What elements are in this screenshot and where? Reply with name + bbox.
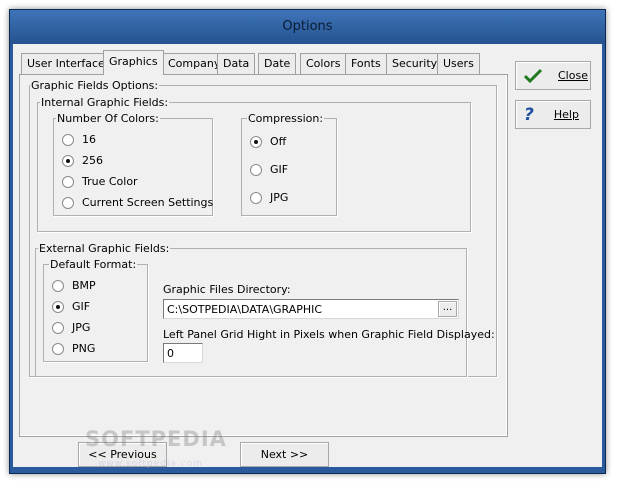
tab-users[interactable]: Users [437, 53, 480, 74]
graphic-fields-legend: Graphic Fields Options: [30, 79, 160, 92]
help-label: Help [553, 108, 579, 121]
help-button[interactable]: ? Help [515, 100, 591, 129]
close-label: Close [558, 69, 588, 82]
tab-graphics[interactable]: Graphics [103, 50, 164, 75]
grid-height-input[interactable]: 0 [163, 343, 203, 363]
option-label: GIF [72, 300, 91, 313]
option-label: Current Screen Settings [82, 196, 214, 209]
option-label: JPG [72, 321, 91, 334]
radio-button[interactable] [62, 133, 74, 146]
tab-label: Data [223, 57, 250, 70]
check-icon [524, 68, 542, 83]
tab-label: Colors [306, 57, 341, 70]
tab-label: Company [168, 57, 221, 70]
title-bar[interactable]: Options [10, 10, 605, 44]
format-option-png[interactable]: PNG [52, 342, 95, 355]
directory-value: C:\SOTPEDIA\DATA\GRAPHIC [167, 303, 323, 316]
browse-label: ... [442, 301, 453, 313]
compression-option-gif[interactable]: GIF [250, 163, 288, 176]
internal-legend: Internal Graphic Fields: [40, 96, 170, 109]
colors-option-16[interactable]: 16 [62, 133, 96, 146]
compression-legend: Compression: [247, 112, 325, 125]
option-label: 16 [82, 133, 96, 146]
colors-option-true-color[interactable]: True Color [62, 175, 138, 188]
radio-button-checked[interactable] [52, 300, 64, 313]
browse-button[interactable]: ... [438, 301, 457, 317]
radio-button[interactable] [52, 279, 64, 292]
internal-graphic-fields-group: Internal Graphic Fields: Number Of Color… [37, 96, 471, 232]
radio-button-checked[interactable] [62, 154, 74, 167]
tab-colors[interactable]: Colors [300, 53, 347, 74]
external-legend: External Graphic Fields: [38, 242, 171, 255]
question-icon: ? [524, 104, 534, 125]
radio-button[interactable] [52, 321, 64, 334]
default-format-group: Default Format: BMP GIF JPG PNG [43, 258, 148, 362]
grid-height-value: 0 [167, 347, 174, 360]
format-option-bmp[interactable]: BMP [52, 279, 96, 292]
number-of-colors-legend: Number Of Colors: [56, 112, 160, 125]
graphic-files-directory-label: Graphic Files Directory: [163, 283, 291, 296]
tab-label: User Interface [27, 57, 105, 70]
colors-option-current-screen[interactable]: Current Screen Settings [62, 196, 213, 209]
tab-label: Fonts [351, 57, 381, 70]
softpedia-watermark: SOFTPEDIA [85, 427, 227, 451]
compression-option-off[interactable]: Off [250, 135, 286, 148]
colors-option-256[interactable]: 256 [62, 154, 103, 167]
tab-user-interface[interactable]: User Interface [21, 53, 111, 74]
format-option-jpg[interactable]: JPG [52, 321, 90, 334]
window-title: Options [282, 19, 333, 34]
default-format-legend: Default Format: [49, 258, 138, 271]
tab-data[interactable]: Data [217, 53, 256, 74]
close-button[interactable]: Close [515, 61, 591, 90]
option-label: 256 [82, 154, 103, 167]
softpedia-url-watermark: www.softpedia.com [98, 459, 203, 469]
next-label: Next >> [260, 448, 309, 461]
tab-label: Users [443, 57, 474, 70]
radio-button-checked[interactable] [250, 135, 262, 148]
graphic-fields-group: Graphic Fields Options: Internal Graphic… [29, 79, 497, 377]
options-window: Options User Interface Graphics Company … [9, 9, 606, 474]
option-label: PNG [72, 342, 96, 355]
tab-date[interactable]: Date [258, 53, 297, 74]
tab-security[interactable]: Security [386, 53, 444, 74]
number-of-colors-group: Number Of Colors: 16 256 True Color Curr… [53, 112, 213, 216]
radio-button[interactable] [52, 342, 64, 355]
option-label: True Color [82, 175, 138, 188]
compression-group: Compression: Off GIF JPG [241, 112, 337, 216]
graphics-tab-panel: Graphic Fields Options: Internal Graphic… [19, 74, 508, 437]
option-label: GIF [270, 163, 289, 176]
radio-button[interactable] [62, 175, 74, 188]
tab-label: Security [392, 57, 438, 70]
grid-height-label: Left Panel Grid Hight in Pixels when Gra… [163, 328, 495, 341]
radio-button[interactable] [250, 163, 262, 176]
option-label: BMP [72, 279, 96, 292]
option-label: Off [270, 135, 287, 148]
tab-label: Graphics [109, 55, 158, 68]
next-button[interactable]: Next >> [240, 442, 329, 467]
external-graphic-fields-group: External Graphic Fields: Default Format:… [35, 242, 495, 377]
tab-label: Date [264, 57, 291, 70]
dialog-client: User Interface Graphics Company Data Dat… [13, 44, 602, 467]
format-option-gif[interactable]: GIF [52, 300, 90, 313]
radio-button[interactable] [250, 191, 262, 204]
radio-button[interactable] [62, 196, 74, 209]
tab-fonts[interactable]: Fonts [345, 53, 387, 74]
compression-option-jpg[interactable]: JPG [250, 191, 288, 204]
option-label: JPG [270, 191, 289, 204]
graphic-files-directory-input[interactable]: C:\SOTPEDIA\DATA\GRAPHIC [163, 299, 459, 319]
